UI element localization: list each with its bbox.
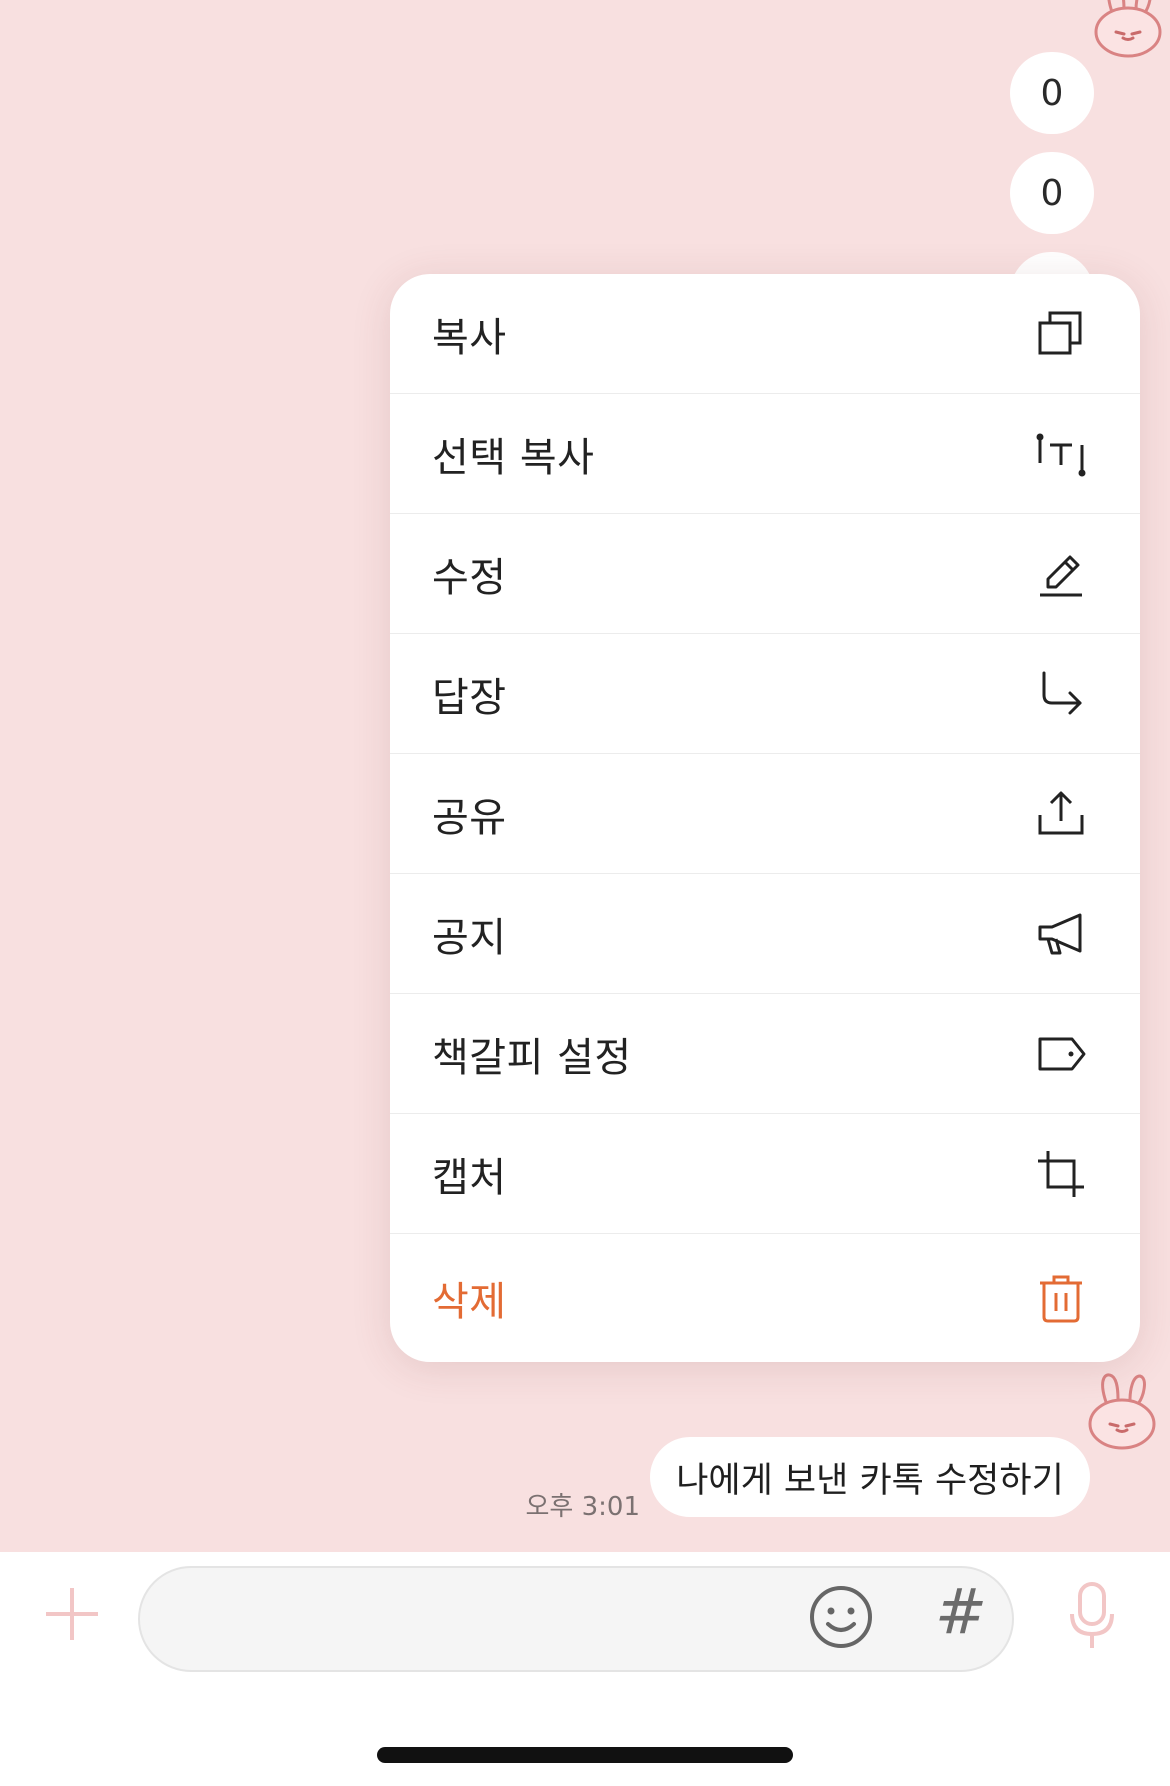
menu-item-share[interactable]: 공유 [390, 754, 1140, 874]
menu-item-copy[interactable]: 복사 [390, 274, 1140, 394]
menu-item-reply[interactable]: 답장 [390, 634, 1140, 754]
message-input[interactable] [138, 1566, 1014, 1672]
hashtag-button[interactable]: # [928, 1576, 994, 1648]
message-bubble[interactable]: 0 [1010, 152, 1094, 234]
pencil-icon [1034, 547, 1088, 601]
bunny-avatar-icon [1088, 1373, 1156, 1450]
menu-item-label: 수정 [432, 554, 507, 601]
bunny-avatar-icon [1094, 0, 1162, 58]
menu-item-label: 캡처 [432, 1154, 507, 1201]
microphone-icon[interactable] [1068, 1580, 1116, 1652]
menu-item-delete[interactable]: 삭제 [390, 1234, 1140, 1362]
context-menu: 복사 선택 복사 수정 답장 공유 공지 책갈피 설정 캡처 삭제 [390, 274, 1140, 1362]
emoji-icon[interactable] [808, 1584, 874, 1650]
menu-item-label: 답장 [432, 674, 507, 721]
message-bubble[interactable]: 나에게 보낸 카톡 수정하기 [650, 1437, 1090, 1517]
reply-arrow-icon [1034, 667, 1088, 721]
menu-item-edit[interactable]: 수정 [390, 514, 1140, 634]
message-bubble[interactable]: 0 [1010, 52, 1094, 134]
menu-item-capture[interactable]: 캡처 [390, 1114, 1140, 1234]
menu-item-notice[interactable]: 공지 [390, 874, 1140, 994]
select-text-icon [1034, 427, 1088, 481]
message-timestamp: 오후 3:01 [525, 1492, 641, 1522]
home-indicator [377, 1747, 793, 1763]
plus-icon[interactable] [40, 1582, 104, 1646]
megaphone-icon [1034, 907, 1088, 961]
message-text: 0 [1040, 72, 1064, 114]
menu-item-label: 책갈피 설정 [432, 1034, 632, 1081]
menu-item-bookmark[interactable]: 책갈피 설정 [390, 994, 1140, 1114]
message-input-bar: # [0, 1552, 1170, 1672]
tag-icon [1034, 1027, 1088, 1081]
menu-item-label: 삭제 [432, 1279, 507, 1325]
chat-area: 0 0 나에게 보낸 카톡 수정하기 오후 3:01 복사 선택 복사 수정 답… [0, 0, 1170, 1552]
share-icon [1034, 787, 1088, 841]
menu-item-label: 선택 복사 [432, 434, 595, 481]
message-text: 나에게 보낸 카톡 수정하기 [676, 1460, 1064, 1501]
copy-icon [1034, 307, 1088, 361]
menu-item-label: 공유 [432, 794, 507, 841]
menu-item-label: 복사 [432, 314, 507, 361]
menu-item-label: 공지 [432, 914, 507, 961]
trash-icon [1034, 1271, 1088, 1325]
menu-item-select-copy[interactable]: 선택 복사 [390, 394, 1140, 514]
crop-icon [1034, 1147, 1088, 1201]
message-text: 0 [1040, 172, 1064, 214]
